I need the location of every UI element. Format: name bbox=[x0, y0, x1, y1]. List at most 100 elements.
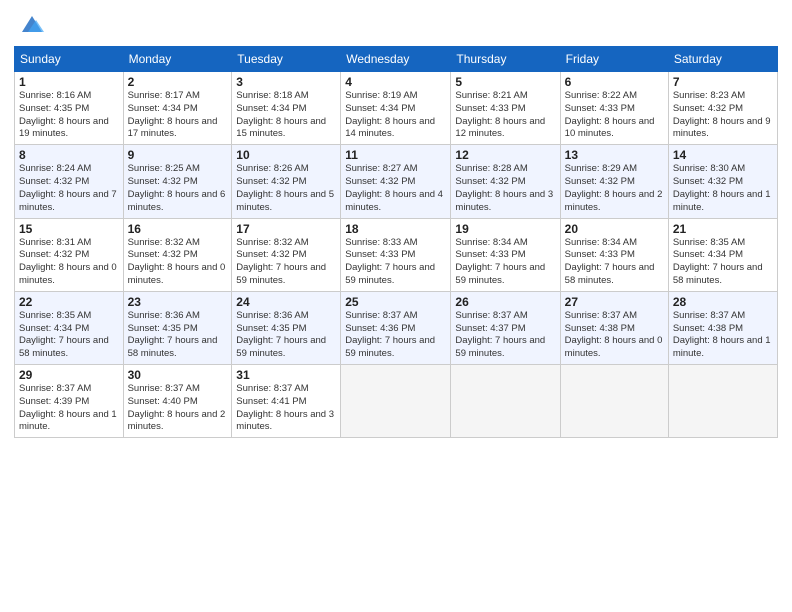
day-number: 20 bbox=[565, 222, 664, 236]
day-number: 22 bbox=[19, 295, 119, 309]
day-number: 2 bbox=[128, 75, 228, 89]
weekday-header-sunday: Sunday bbox=[15, 47, 124, 72]
day-info: Sunrise: 8:19 AMSunset: 4:34 PMDaylight:… bbox=[345, 90, 446, 141]
day-info: Sunrise: 8:37 AMSunset: 4:38 PMDaylight:… bbox=[565, 310, 664, 361]
day-number: 24 bbox=[236, 295, 336, 309]
day-number: 25 bbox=[345, 295, 446, 309]
calendar-cell: 25Sunrise: 8:37 AMSunset: 4:36 PMDayligh… bbox=[341, 291, 451, 364]
day-info: Sunrise: 8:34 AMSunset: 4:33 PMDaylight:… bbox=[565, 237, 664, 288]
weekday-header-friday: Friday bbox=[560, 47, 668, 72]
day-number: 18 bbox=[345, 222, 446, 236]
day-number: 27 bbox=[565, 295, 664, 309]
day-info: Sunrise: 8:28 AMSunset: 4:32 PMDaylight:… bbox=[455, 163, 555, 214]
calendar-cell: 15Sunrise: 8:31 AMSunset: 4:32 PMDayligh… bbox=[15, 218, 124, 291]
day-number: 21 bbox=[673, 222, 773, 236]
day-number: 31 bbox=[236, 368, 336, 382]
day-number: 12 bbox=[455, 148, 555, 162]
logo-icon bbox=[18, 10, 46, 38]
day-info: Sunrise: 8:18 AMSunset: 4:34 PMDaylight:… bbox=[236, 90, 336, 141]
calendar-cell: 18Sunrise: 8:33 AMSunset: 4:33 PMDayligh… bbox=[341, 218, 451, 291]
day-info: Sunrise: 8:24 AMSunset: 4:32 PMDaylight:… bbox=[19, 163, 119, 214]
calendar-cell: 26Sunrise: 8:37 AMSunset: 4:37 PMDayligh… bbox=[451, 291, 560, 364]
day-number: 13 bbox=[565, 148, 664, 162]
day-number: 19 bbox=[455, 222, 555, 236]
day-number: 28 bbox=[673, 295, 773, 309]
calendar-cell: 5Sunrise: 8:21 AMSunset: 4:33 PMDaylight… bbox=[451, 72, 560, 145]
day-info: Sunrise: 8:27 AMSunset: 4:32 PMDaylight:… bbox=[345, 163, 446, 214]
day-info: Sunrise: 8:37 AMSunset: 4:39 PMDaylight:… bbox=[19, 383, 119, 434]
day-info: Sunrise: 8:17 AMSunset: 4:34 PMDaylight:… bbox=[128, 90, 228, 141]
calendar-cell: 22Sunrise: 8:35 AMSunset: 4:34 PMDayligh… bbox=[15, 291, 124, 364]
calendar-cell: 4Sunrise: 8:19 AMSunset: 4:34 PMDaylight… bbox=[341, 72, 451, 145]
day-info: Sunrise: 8:37 AMSunset: 4:41 PMDaylight:… bbox=[236, 383, 336, 434]
day-number: 1 bbox=[19, 75, 119, 89]
logo bbox=[14, 10, 46, 38]
calendar-week-row: 22Sunrise: 8:35 AMSunset: 4:34 PMDayligh… bbox=[15, 291, 778, 364]
day-info: Sunrise: 8:37 AMSunset: 4:38 PMDaylight:… bbox=[673, 310, 773, 361]
calendar-cell: 27Sunrise: 8:37 AMSunset: 4:38 PMDayligh… bbox=[560, 291, 668, 364]
calendar-cell: 11Sunrise: 8:27 AMSunset: 4:32 PMDayligh… bbox=[341, 145, 451, 218]
weekday-header-row: SundayMondayTuesdayWednesdayThursdayFrid… bbox=[15, 47, 778, 72]
day-info: Sunrise: 8:32 AMSunset: 4:32 PMDaylight:… bbox=[128, 237, 228, 288]
day-info: Sunrise: 8:33 AMSunset: 4:33 PMDaylight:… bbox=[345, 237, 446, 288]
day-number: 26 bbox=[455, 295, 555, 309]
day-number: 14 bbox=[673, 148, 773, 162]
calendar-cell: 3Sunrise: 8:18 AMSunset: 4:34 PMDaylight… bbox=[232, 72, 341, 145]
day-info: Sunrise: 8:32 AMSunset: 4:32 PMDaylight:… bbox=[236, 237, 336, 288]
calendar-cell: 31Sunrise: 8:37 AMSunset: 4:41 PMDayligh… bbox=[232, 365, 341, 438]
calendar-cell: 2Sunrise: 8:17 AMSunset: 4:34 PMDaylight… bbox=[123, 72, 232, 145]
day-number: 30 bbox=[128, 368, 228, 382]
calendar-cell: 6Sunrise: 8:22 AMSunset: 4:33 PMDaylight… bbox=[560, 72, 668, 145]
weekday-header-saturday: Saturday bbox=[668, 47, 777, 72]
day-info: Sunrise: 8:16 AMSunset: 4:35 PMDaylight:… bbox=[19, 90, 119, 141]
day-number: 9 bbox=[128, 148, 228, 162]
day-number: 5 bbox=[455, 75, 555, 89]
day-number: 17 bbox=[236, 222, 336, 236]
day-number: 6 bbox=[565, 75, 664, 89]
day-number: 15 bbox=[19, 222, 119, 236]
day-number: 8 bbox=[19, 148, 119, 162]
calendar-week-row: 8Sunrise: 8:24 AMSunset: 4:32 PMDaylight… bbox=[15, 145, 778, 218]
calendar-cell: 7Sunrise: 8:23 AMSunset: 4:32 PMDaylight… bbox=[668, 72, 777, 145]
calendar-cell: 10Sunrise: 8:26 AMSunset: 4:32 PMDayligh… bbox=[232, 145, 341, 218]
calendar-cell: 16Sunrise: 8:32 AMSunset: 4:32 PMDayligh… bbox=[123, 218, 232, 291]
calendar-cell: 24Sunrise: 8:36 AMSunset: 4:35 PMDayligh… bbox=[232, 291, 341, 364]
calendar-week-row: 15Sunrise: 8:31 AMSunset: 4:32 PMDayligh… bbox=[15, 218, 778, 291]
calendar-cell: 20Sunrise: 8:34 AMSunset: 4:33 PMDayligh… bbox=[560, 218, 668, 291]
weekday-header-wednesday: Wednesday bbox=[341, 47, 451, 72]
weekday-header-thursday: Thursday bbox=[451, 47, 560, 72]
day-number: 16 bbox=[128, 222, 228, 236]
calendar-cell: 28Sunrise: 8:37 AMSunset: 4:38 PMDayligh… bbox=[668, 291, 777, 364]
day-info: Sunrise: 8:30 AMSunset: 4:32 PMDaylight:… bbox=[673, 163, 773, 214]
calendar-cell: 17Sunrise: 8:32 AMSunset: 4:32 PMDayligh… bbox=[232, 218, 341, 291]
calendar-cell: 12Sunrise: 8:28 AMSunset: 4:32 PMDayligh… bbox=[451, 145, 560, 218]
day-info: Sunrise: 8:22 AMSunset: 4:33 PMDaylight:… bbox=[565, 90, 664, 141]
day-info: Sunrise: 8:29 AMSunset: 4:32 PMDaylight:… bbox=[565, 163, 664, 214]
day-number: 10 bbox=[236, 148, 336, 162]
calendar-cell: 13Sunrise: 8:29 AMSunset: 4:32 PMDayligh… bbox=[560, 145, 668, 218]
day-info: Sunrise: 8:37 AMSunset: 4:40 PMDaylight:… bbox=[128, 383, 228, 434]
calendar-table: SundayMondayTuesdayWednesdayThursdayFrid… bbox=[14, 46, 778, 438]
day-info: Sunrise: 8:21 AMSunset: 4:33 PMDaylight:… bbox=[455, 90, 555, 141]
day-info: Sunrise: 8:37 AMSunset: 4:36 PMDaylight:… bbox=[345, 310, 446, 361]
day-number: 11 bbox=[345, 148, 446, 162]
day-info: Sunrise: 8:25 AMSunset: 4:32 PMDaylight:… bbox=[128, 163, 228, 214]
calendar-cell bbox=[451, 365, 560, 438]
day-number: 7 bbox=[673, 75, 773, 89]
calendar-cell: 29Sunrise: 8:37 AMSunset: 4:39 PMDayligh… bbox=[15, 365, 124, 438]
calendar-cell bbox=[560, 365, 668, 438]
calendar-cell: 30Sunrise: 8:37 AMSunset: 4:40 PMDayligh… bbox=[123, 365, 232, 438]
calendar-cell: 9Sunrise: 8:25 AMSunset: 4:32 PMDaylight… bbox=[123, 145, 232, 218]
calendar-cell: 21Sunrise: 8:35 AMSunset: 4:34 PMDayligh… bbox=[668, 218, 777, 291]
weekday-header-monday: Monday bbox=[123, 47, 232, 72]
day-number: 23 bbox=[128, 295, 228, 309]
calendar-week-row: 1Sunrise: 8:16 AMSunset: 4:35 PMDaylight… bbox=[15, 72, 778, 145]
calendar-cell bbox=[668, 365, 777, 438]
calendar-cell: 1Sunrise: 8:16 AMSunset: 4:35 PMDaylight… bbox=[15, 72, 124, 145]
calendar-week-row: 29Sunrise: 8:37 AMSunset: 4:39 PMDayligh… bbox=[15, 365, 778, 438]
day-number: 3 bbox=[236, 75, 336, 89]
day-info: Sunrise: 8:36 AMSunset: 4:35 PMDaylight:… bbox=[236, 310, 336, 361]
day-number: 4 bbox=[345, 75, 446, 89]
weekday-header-tuesday: Tuesday bbox=[232, 47, 341, 72]
calendar-cell: 8Sunrise: 8:24 AMSunset: 4:32 PMDaylight… bbox=[15, 145, 124, 218]
